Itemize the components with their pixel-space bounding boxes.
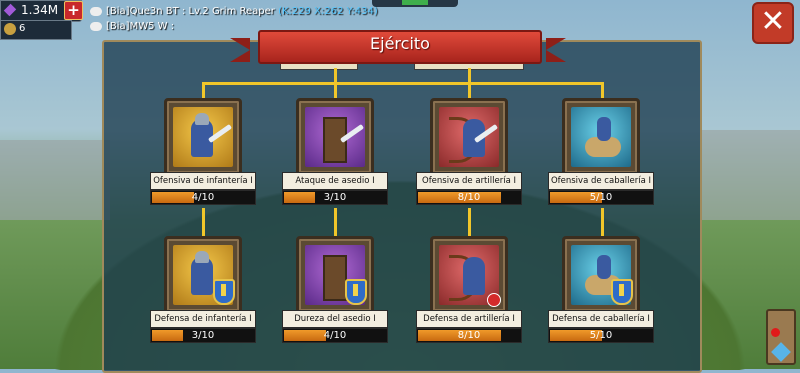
skill-progress-bar: 8/10 [416, 328, 522, 343]
cavalry-shield-portrait-icon [571, 245, 633, 305]
frame [164, 98, 242, 176]
frame [430, 236, 508, 314]
prog-text: 5/10 [589, 192, 613, 203]
skill-progress-bar: 3/10 [282, 190, 388, 205]
prog-text: 3/10 [323, 192, 347, 203]
side-tower-button[interactable] [766, 309, 796, 365]
frame [164, 236, 242, 314]
skill-progress-bar: 5/10 [548, 190, 654, 205]
add-gems-button[interactable]: + [64, 1, 83, 20]
helm [195, 251, 209, 263]
army-research-panel: Ofensiva de infantería I 4/10 Ataque de … [102, 40, 702, 373]
rider [597, 117, 611, 141]
skill-label: Ofensiva de artillería I [416, 172, 522, 190]
prog-text: 8/10 [457, 192, 481, 203]
skill-label: Dureza del asedio I [282, 310, 388, 328]
notification-dot [771, 328, 780, 337]
guild-icon [90, 21, 102, 31]
prog-text: 8/10 [457, 330, 481, 341]
background-wall-left [0, 140, 110, 220]
siege-shield-portrait-icon [305, 245, 367, 305]
skill-label: Ataque de asedio I [282, 172, 388, 190]
archer-portrait-icon [439, 107, 499, 167]
frame [562, 236, 640, 314]
connector [202, 208, 205, 236]
skill-progress-bar: 4/10 [150, 190, 256, 205]
tower [323, 255, 347, 301]
figure [463, 257, 485, 295]
shield [345, 279, 367, 305]
frame [296, 236, 374, 314]
rider [597, 255, 611, 279]
top-tab-indicator [372, 0, 458, 7]
shield [611, 279, 633, 305]
skill-label: Ofensiva de infantería I [150, 172, 256, 190]
prog-text: 4/10 [323, 330, 347, 341]
siege-portrait-icon [305, 107, 365, 167]
level-badge-row: 6 [0, 20, 72, 40]
background-wall-right [700, 130, 800, 220]
chat-coords[interactable]: (K:229 X:262 Y:434) [278, 6, 378, 17]
connector [468, 68, 471, 98]
frame [296, 98, 374, 176]
infantry-portrait-icon [173, 107, 233, 167]
chat-line-1: [Bia]Que3n BT : Lv.2 Grim Reaper (K:229 … [90, 4, 378, 19]
skill-label: Ofensiva de caballería I [548, 172, 654, 190]
connector [468, 208, 471, 236]
connector [334, 208, 337, 236]
helm [195, 113, 209, 125]
gem-icon [3, 3, 17, 17]
tree-connector-top [202, 82, 602, 85]
prog-text: 3/10 [191, 330, 215, 341]
connector [601, 208, 604, 236]
skill-progress-bar: 8/10 [416, 190, 522, 205]
skill-label: Defensa de caballería I [548, 310, 654, 328]
frame [430, 98, 508, 176]
shield [213, 279, 235, 305]
skill-label: Defensa de artillería I [416, 310, 522, 328]
active-tab-indicator [402, 0, 428, 5]
frame [562, 98, 640, 176]
prog-text: 5/10 [589, 330, 613, 341]
close-button[interactable]: ✕ [752, 2, 794, 44]
archer-shield-portrait-icon [439, 245, 501, 307]
prog-text: 4/10 [191, 192, 215, 203]
connector [601, 82, 604, 98]
infantry-shield-portrait-icon [173, 245, 235, 305]
skill-progress-bar: 5/10 [548, 328, 654, 343]
banner-l [230, 38, 250, 62]
connector [334, 68, 337, 98]
cavalry-portrait-icon [571, 107, 631, 167]
level-value: 6 [19, 23, 26, 34]
connector [202, 82, 205, 98]
chat-bubble-icon [90, 6, 102, 16]
title-banner: Ejército [230, 30, 566, 64]
close-icon: ✕ [760, 4, 786, 39]
forbidden-icon [487, 293, 501, 307]
skill-label: Defensa de infantería I [150, 310, 256, 328]
skill-progress-bar: 4/10 [282, 328, 388, 343]
banner-r [546, 38, 566, 62]
page-title: Ejército [370, 34, 430, 53]
badge-icon [4, 23, 16, 35]
gem-count: 1.34M [21, 3, 59, 17]
skill-progress-bar: 3/10 [150, 328, 256, 343]
